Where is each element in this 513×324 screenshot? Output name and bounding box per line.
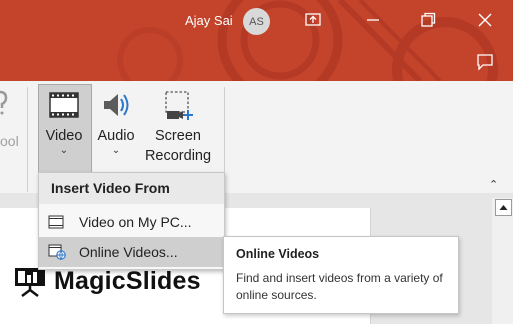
tooltip-online-videos: Online Videos Find and insert videos fro… [223, 236, 459, 314]
insert-video-menu: Insert Video From Video on My PC... Onli… [38, 172, 225, 270]
logo-text: MagicSlides [54, 266, 201, 295]
triangle-up-icon [499, 205, 508, 210]
present-icon[interactable] [303, 10, 323, 30]
close-icon[interactable] [475, 10, 495, 30]
chevron-down-icon: ⌄ [111, 145, 121, 156]
speaker-icon [104, 94, 129, 116]
screen-recording-icon [165, 91, 193, 120]
chevron-down-icon: ⌄ [59, 145, 69, 156]
film-strip-icon [48, 215, 64, 229]
scroll-up-button[interactable] [495, 199, 512, 216]
menu-item-online-videos[interactable]: Online Videos... [39, 237, 224, 267]
avatar-initials: AS [249, 15, 264, 28]
comment-icon[interactable] [475, 52, 495, 72]
video-button[interactable]: Video ⌄ [38, 88, 90, 156]
audio-button-label: Audio [97, 128, 135, 144]
film-strip-icon [49, 92, 79, 118]
partial-tool-label: ool [0, 133, 19, 149]
screen-recording-button[interactable]: Screen Recording [140, 88, 216, 166]
minimize-icon[interactable] [363, 10, 383, 30]
screen-recording-label-line2: Recording [144, 148, 212, 164]
menu-item-video-on-my-pc[interactable]: Video on My PC... [39, 207, 224, 237]
avatar[interactable]: AS [243, 8, 270, 35]
restore-icon[interactable] [418, 10, 438, 30]
user-name: Ajay Sai [185, 13, 233, 28]
tooltip-body: Find and insert videos from a variety of… [236, 271, 443, 302]
vertical-scrollbar[interactable] [492, 198, 513, 324]
online-video-icon [48, 244, 66, 260]
menu-header: Insert Video From [39, 173, 224, 204]
menu-item-label: Video on My PC... [79, 214, 192, 230]
screen-recording-label-line1: Screen [155, 128, 201, 144]
menu-item-label: Online Videos... [79, 244, 178, 260]
title-bar: Ajay Sai AS [0, 0, 513, 81]
partial-tool-icon [0, 90, 8, 115]
audio-button[interactable]: Audio ⌄ [92, 88, 140, 156]
video-button-label: Video [45, 128, 83, 144]
ribbon-separator [27, 87, 28, 192]
tooltip-title: Online Videos [236, 247, 320, 261]
collapse-ribbon-icon[interactable]: ⌃ [489, 178, 498, 191]
